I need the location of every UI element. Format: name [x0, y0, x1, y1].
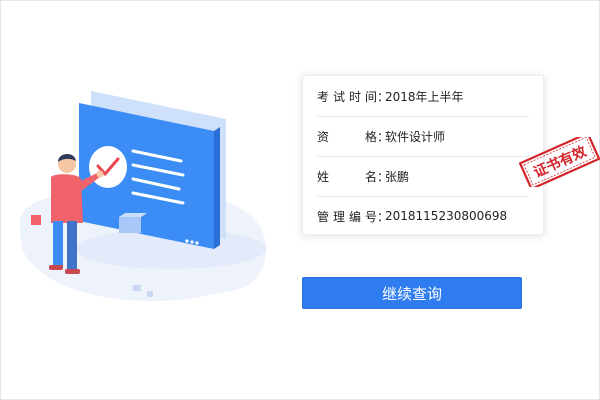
exam-time-label: 考试时间 [317, 89, 377, 104]
qualification-separator: ： [377, 129, 390, 144]
box [119, 217, 141, 233]
small-box [147, 291, 153, 297]
name-separator: ： [377, 169, 390, 184]
screen-dot [190, 240, 194, 244]
continue-query-button[interactable]: 继续查询 [302, 277, 522, 309]
qualification-value: 软件设计师 [385, 129, 446, 144]
screen-side [214, 127, 220, 249]
screen-dot [195, 241, 199, 245]
name-value: 张鹏 [385, 169, 410, 184]
person-shoe [49, 265, 63, 270]
exam-time-separator: ： [377, 89, 390, 104]
result-card: 考试时间： 2018年上半年 资格：软件设计师 姓名：张鹏 管理编号： 201811… [302, 75, 544, 235]
exam-time-value: 2018年上半年 [385, 89, 464, 104]
small-box [133, 285, 141, 291]
certificate-valid-stamp: 证书有效 [519, 137, 600, 187]
name-row: 姓名：张鹏 [317, 156, 529, 196]
check-circle [89, 146, 127, 188]
person-shirt [51, 174, 83, 223]
management-number-label: 管理编号 [317, 209, 377, 224]
qualification-label: 资格 [317, 129, 377, 144]
certificate-illustration [19, 91, 267, 301]
management-number-row: 管理编号： 2018115230800698 [317, 196, 529, 236]
small-box [31, 215, 41, 225]
management-number-separator: ： [377, 209, 390, 224]
page-frame: 考试时间： 2018年上半年 资格：软件设计师 姓名：张鹏 管理编号： 201811… [0, 0, 600, 400]
person-shoe [65, 269, 80, 274]
exam-time-row: 考试时间： 2018年上半年 [317, 76, 529, 116]
person-leg [53, 221, 63, 267]
person-leg [67, 221, 77, 271]
management-number-value: 2018115230800698 [385, 209, 508, 223]
screen-dot [185, 239, 189, 243]
name-label: 姓名 [317, 169, 377, 184]
person-hand [96, 170, 104, 178]
qualification-row: 资格：软件设计师 [317, 116, 529, 156]
